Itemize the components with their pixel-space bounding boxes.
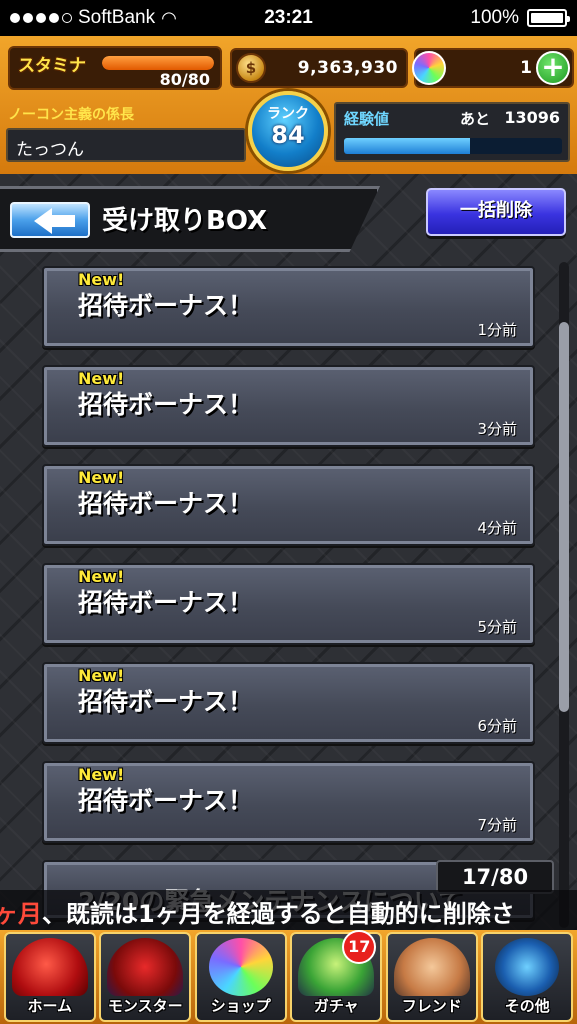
battery-percent: 100% bbox=[470, 7, 519, 28]
message-item[interactable]: New! 招待ボーナス！ 7分前 bbox=[42, 761, 535, 843]
scroll-thumb[interactable] bbox=[559, 322, 569, 712]
monster-icon bbox=[107, 938, 184, 996]
ticker-lead: ヶ月 bbox=[0, 900, 42, 928]
exp-next-value: 13096 bbox=[504, 108, 560, 127]
back-button[interactable] bbox=[10, 202, 90, 238]
stamina-value: 80/80 bbox=[159, 70, 210, 89]
orb-panel: 1 + bbox=[412, 48, 574, 88]
nav-label: ショップ bbox=[210, 997, 271, 1015]
exp-label: 経験値 bbox=[344, 110, 390, 128]
player-name: たっつん bbox=[16, 140, 84, 160]
delete-all-button[interactable]: 一括削除 bbox=[426, 188, 566, 236]
message-time: 3分前 bbox=[477, 420, 517, 438]
message-time: 1分前 bbox=[477, 321, 517, 339]
rank-label: ランク bbox=[267, 106, 309, 122]
radar-other-icon bbox=[495, 938, 560, 996]
status-right: 100% bbox=[470, 7, 570, 29]
stamina-panel: スタミナ 80/80 bbox=[8, 46, 222, 90]
exp-fill bbox=[344, 138, 471, 154]
orb-value: 1 bbox=[520, 58, 532, 78]
game-header: スタミナ 80/80 $ 9,363,930 1 + ノーコン主義の係長 たっつ… bbox=[0, 36, 577, 174]
gold-panel: $ 9,363,930 bbox=[230, 48, 408, 88]
page-title: 受け取りBOX bbox=[102, 206, 268, 236]
message-item[interactable]: New! 招待ボーナス！ 3分前 bbox=[42, 365, 535, 447]
back-arrow-icon bbox=[34, 208, 52, 234]
message-item[interactable]: New! 招待ボーナス！ 5分前 bbox=[42, 563, 535, 645]
message-title: 招待ボーナス！ bbox=[78, 489, 254, 518]
nav-monster[interactable]: モンスター bbox=[99, 932, 192, 1022]
nav-label: モンスター bbox=[107, 997, 183, 1015]
exp-bar bbox=[344, 138, 562, 154]
player-name-box: たっつん bbox=[6, 128, 246, 162]
stamina-label: スタミナ bbox=[18, 56, 86, 76]
nav-label: その他 bbox=[504, 997, 550, 1015]
experience-panel: 経験値 あと 13096 bbox=[334, 102, 570, 162]
nav-other[interactable]: その他 bbox=[481, 932, 574, 1022]
scrollbar[interactable] bbox=[559, 262, 569, 928]
home-dragon-icon bbox=[11, 938, 88, 996]
nav-label: ホーム bbox=[27, 997, 73, 1015]
status-bar: SoftBank ◠ 23:21 100% bbox=[0, 0, 577, 36]
ticker-text: ヶ月、既読は1ヶ月を経過すると自動的に削除さ bbox=[0, 894, 515, 929]
message-time: 5分前 bbox=[477, 618, 517, 636]
nav-gacha[interactable]: 17 ガチャ bbox=[290, 930, 383, 1022]
orb-shop-icon bbox=[208, 938, 273, 996]
news-ticker: ヶ月、既読は1ヶ月を経過すると自動的に削除さ bbox=[0, 890, 577, 930]
nav-shop[interactable]: ショップ bbox=[194, 932, 287, 1022]
stamina-fill bbox=[102, 56, 214, 70]
player-title: ノーコン主義の係長 bbox=[8, 107, 134, 123]
nav-label: フレンド bbox=[401, 997, 462, 1015]
message-title: 招待ボーナス！ bbox=[78, 390, 254, 419]
message-item[interactable]: New! 招待ボーナス！ 6分前 bbox=[42, 662, 535, 744]
message-list: New! 招待ボーナス！ 1分前 New! 招待ボーナス！ 3分前 New! 招… bbox=[42, 266, 536, 930]
message-title: 招待ボーナス！ bbox=[78, 291, 254, 320]
resource-row: スタミナ 80/80 $ 9,363,930 1 + bbox=[4, 42, 574, 94]
message-time: 4分前 bbox=[477, 519, 517, 537]
message-title: 招待ボーナス！ bbox=[78, 687, 254, 716]
message-time: 6分前 bbox=[477, 717, 517, 735]
rank-value: 84 bbox=[271, 121, 305, 149]
nav-home[interactable]: ホーム bbox=[3, 932, 96, 1022]
back-arrow-tail bbox=[51, 215, 75, 227]
message-time: 7分前 bbox=[477, 816, 517, 834]
exp-next-label: あと bbox=[459, 110, 490, 128]
battery-fill bbox=[531, 13, 563, 23]
nav-label: ガチャ bbox=[313, 997, 359, 1015]
message-item[interactable]: New! 招待ボーナス！ 4分前 bbox=[42, 464, 535, 546]
message-title: 招待ボーナス！ bbox=[78, 786, 254, 815]
player-row: ノーコン主義の係長 たっつん ランク 84 経験値 あと 13096 bbox=[0, 91, 577, 174]
buy-orb-button[interactable]: + bbox=[536, 51, 570, 85]
rank-badge: ランク 84 bbox=[248, 91, 328, 171]
gold-value: 9,363,930 bbox=[297, 58, 398, 78]
bottom-nav: ホーム モンスター ショップ 17 ガチャ フレンド その他 bbox=[0, 930, 577, 1024]
message-title: 招待ボーナス！ bbox=[78, 588, 254, 617]
inbox-content: 受け取りBOX 一括削除 New! 招待ボーナス！ 1分前 New! 招待ボーナ… bbox=[0, 174, 577, 930]
orb-icon bbox=[412, 51, 446, 85]
message-item[interactable]: New! 招待ボーナス！ 1分前 bbox=[42, 266, 535, 348]
item-count: 17/80 bbox=[436, 860, 554, 894]
handshake-icon bbox=[393, 938, 470, 996]
ticker-body: 、既読は1ヶ月を経過すると自動的に削除さ bbox=[42, 900, 515, 928]
gacha-count-badge: 17 bbox=[342, 930, 377, 964]
nav-friend[interactable]: フレンド bbox=[385, 932, 478, 1022]
stamina-bar bbox=[102, 56, 214, 70]
battery-icon bbox=[527, 9, 570, 27]
gold-coin-icon: $ bbox=[236, 53, 266, 83]
